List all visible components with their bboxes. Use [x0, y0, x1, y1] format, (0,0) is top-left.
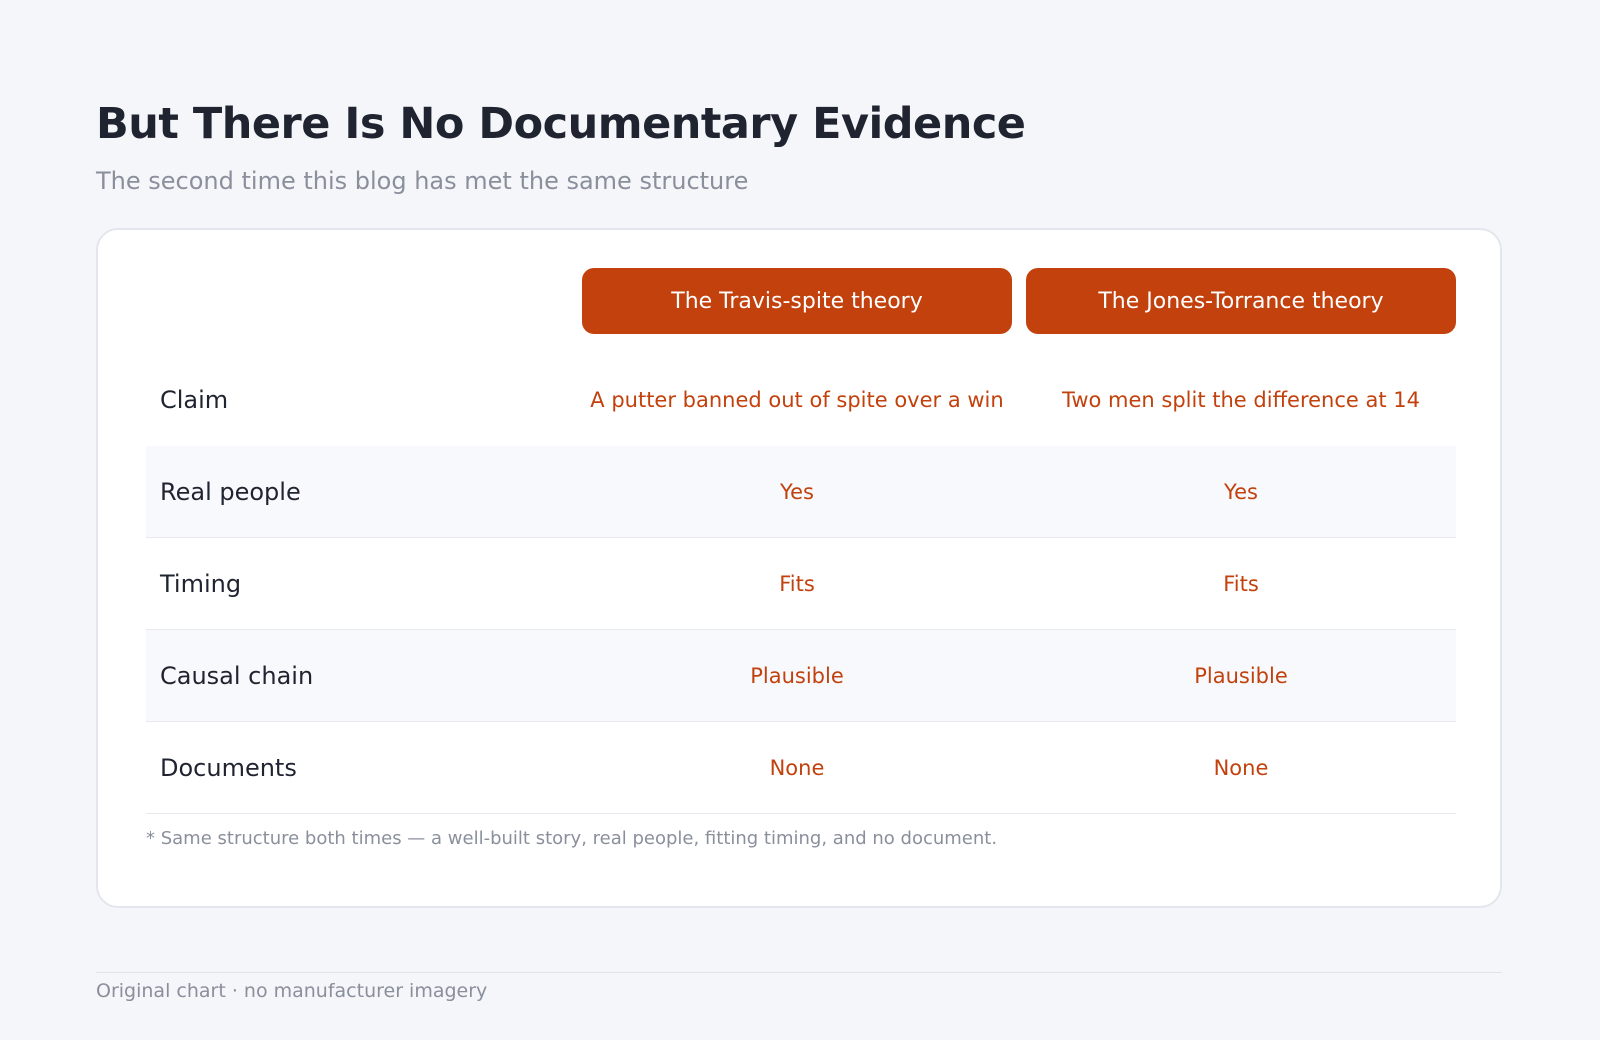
row-label: Documents	[160, 753, 297, 782]
table-cell: Plausible	[750, 663, 844, 688]
table-cell: Yes	[1224, 479, 1258, 504]
row-label: Claim	[160, 386, 229, 414]
row-label: Timing	[160, 569, 242, 598]
row-label: Causal chain	[160, 661, 314, 690]
table-cell: None	[1213, 755, 1269, 780]
column-header-jones-torrance: The Jones-Torrance theory	[1026, 268, 1456, 334]
table-cell: Two men split the difference at 14	[1062, 388, 1420, 412]
column-header-travis-spite: The Travis-spite theory	[582, 268, 1012, 334]
table-cell: Fits	[779, 571, 815, 596]
page-subtitle: The second time this blog has met the sa…	[96, 167, 749, 195]
table-cell: Fits	[1223, 571, 1259, 596]
footer-divider	[96, 972, 1502, 973]
table-row-timing: Timing Fits Fits	[146, 538, 1456, 630]
table-row-real-people: Real people Yes Yes	[146, 446, 1456, 538]
table-header-row: The Travis-spite theory The Jones-Torran…	[146, 268, 1456, 334]
table-row-causal-chain: Causal chain Plausible Plausible	[146, 630, 1456, 722]
table-cell: None	[769, 755, 825, 780]
comparison-card: The Travis-spite theory The Jones-Torran…	[96, 228, 1502, 908]
table-body: Claim A putter banned out of spite over …	[146, 354, 1456, 814]
table-cell: A putter banned out of spite over a win	[590, 388, 1004, 412]
table-row-documents: Documents None None	[146, 722, 1456, 814]
comparison-table: The Travis-spite theory The Jones-Torran…	[146, 268, 1456, 814]
table-cell: Yes	[780, 479, 814, 504]
table-row-claim: Claim A putter banned out of spite over …	[146, 354, 1456, 446]
footer-credit: Original chart · no manufacturer imagery	[96, 980, 488, 1002]
footnote: * Same structure both times — a well-bui…	[146, 828, 998, 849]
page-title: But There Is No Documentary Evidence	[96, 99, 1026, 149]
row-label: Real people	[160, 477, 301, 506]
table-cell: Plausible	[1194, 663, 1288, 688]
